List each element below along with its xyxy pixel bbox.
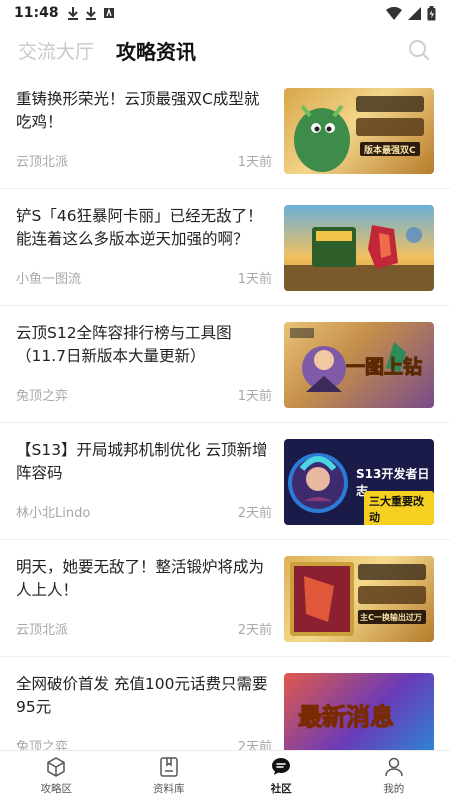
signal-icon xyxy=(408,6,421,20)
tab-community-hall[interactable]: 交流大厅 xyxy=(18,37,94,64)
article-thumbnail xyxy=(284,205,434,291)
article-title: 明天，她要无敌了！整活锻炉将成为人上人！ xyxy=(16,558,265,599)
article-title: 重铸换形荣光！云顶最强双C成型就吃鸡！ xyxy=(16,90,260,131)
article-time: 1天前 xyxy=(237,155,272,170)
article-time: 2天前 xyxy=(237,623,272,638)
article-time: 1天前 xyxy=(237,389,272,404)
cube-icon xyxy=(47,756,65,777)
article-time: 2天前 xyxy=(237,506,272,521)
article-title: 铲S「46狂暴阿卡丽」已经无敌了！能连着这么多版本逆天加强的啊？ xyxy=(16,207,263,248)
bottom-tab-bar: 攻略区 资料库 社区 我的 xyxy=(0,750,450,800)
article-title: 【S13】开局城邦机制优化 云顶新增阵容码 xyxy=(16,441,268,482)
download-icon xyxy=(67,7,78,20)
thumbnail-caption: 主C一换输出过万 xyxy=(360,613,422,622)
article-item[interactable]: 【S13】开局城邦机制优化 云顶新增阵容码 林小北Lindo 2天前 S13开发… xyxy=(0,423,450,540)
article-title: 全网破价首发 充值100元话费只需要95元 xyxy=(16,675,268,716)
search-button[interactable] xyxy=(406,37,432,63)
thumbnail-subtitle: 三大重要改动 xyxy=(364,491,434,525)
notification-icons xyxy=(67,6,115,20)
thumbnail-caption: 版本最强双C xyxy=(364,146,416,156)
article-item[interactable]: 全网破价首发 充值100元话费只需要95元 兔顶之弈 2天前 最新消息 xyxy=(0,657,450,750)
article-author: 林小北Lindo xyxy=(16,506,91,521)
tab-label: 资料库 xyxy=(153,782,185,795)
battery-icon xyxy=(427,5,436,20)
tab-guides-news[interactable]: 攻略资讯 xyxy=(116,36,196,65)
tab-label: 攻略区 xyxy=(40,782,73,795)
article-author: 兔顶之弈 xyxy=(16,389,69,404)
tab-profile[interactable]: 我的 xyxy=(338,751,450,800)
article-item[interactable]: 明天，她要无敌了！整活锻炉将成为人上人！ 云顶北派 2天前 主C一换输出过万 xyxy=(0,540,450,657)
article-item[interactable]: 云顶S12全阵容排行榜与工具图（11.7日新版本大量更新） 兔顶之弈 1天前 一… xyxy=(0,306,450,423)
article-thumbnail: 主C一换输出过万 xyxy=(284,556,434,642)
article-thumbnail: 版本最强双C xyxy=(284,88,434,174)
article-author: 小鱼一图流 xyxy=(16,272,82,287)
tab-database[interactable]: 资料库 xyxy=(113,751,226,800)
app-notification-icon xyxy=(103,7,114,18)
chat-bubble-icon xyxy=(272,757,291,775)
thumbnail-caption: 最新消息 xyxy=(298,703,395,732)
article-thumbnail: 一图上钻 xyxy=(284,322,434,408)
article-author: 云顶北派 xyxy=(16,623,69,638)
tab-label: 社区 xyxy=(270,782,292,795)
article-item[interactable]: 铲S「46狂暴阿卡丽」已经无敌了！能连着这么多版本逆天加强的啊？ 小鱼一图流 1… xyxy=(0,189,450,306)
download-icon xyxy=(85,7,96,20)
tab-label: 我的 xyxy=(383,782,405,795)
tab-community[interactable]: 社区 xyxy=(225,751,338,800)
article-thumbnail: S13开发者日志 三大重要改动 xyxy=(284,439,434,525)
status-time: 11:48 xyxy=(14,5,59,21)
article-author: 云顶北派 xyxy=(16,155,69,170)
article-thumbnail: 最新消息 xyxy=(284,673,434,750)
article-item[interactable]: 重铸换形荣光！云顶最强双C成型就吃鸡！ 云顶北派 1天前 版本最强双C xyxy=(0,72,450,189)
status-bar: 11:48 xyxy=(0,0,450,26)
article-list: 重铸换形荣光！云顶最强双C成型就吃鸡！ 云顶北派 1天前 版本最强双C 铲S「4… xyxy=(0,72,450,750)
search-icon xyxy=(409,40,430,61)
wifi-icon xyxy=(386,6,402,20)
article-title: 云顶S12全阵容排行榜与工具图（11.7日新版本大量更新） xyxy=(16,324,232,365)
thumbnail-caption: 一图上钻 xyxy=(345,356,423,379)
article-author: 兔顶之弈 xyxy=(16,740,69,750)
top-tabs: 交流大厅 攻略资讯 xyxy=(0,30,450,70)
tab-guides[interactable]: 攻略区 xyxy=(0,751,113,800)
article-time: 1天前 xyxy=(237,272,272,287)
article-time: 2天前 xyxy=(237,740,272,750)
book-icon xyxy=(160,756,178,777)
user-icon xyxy=(385,757,403,776)
